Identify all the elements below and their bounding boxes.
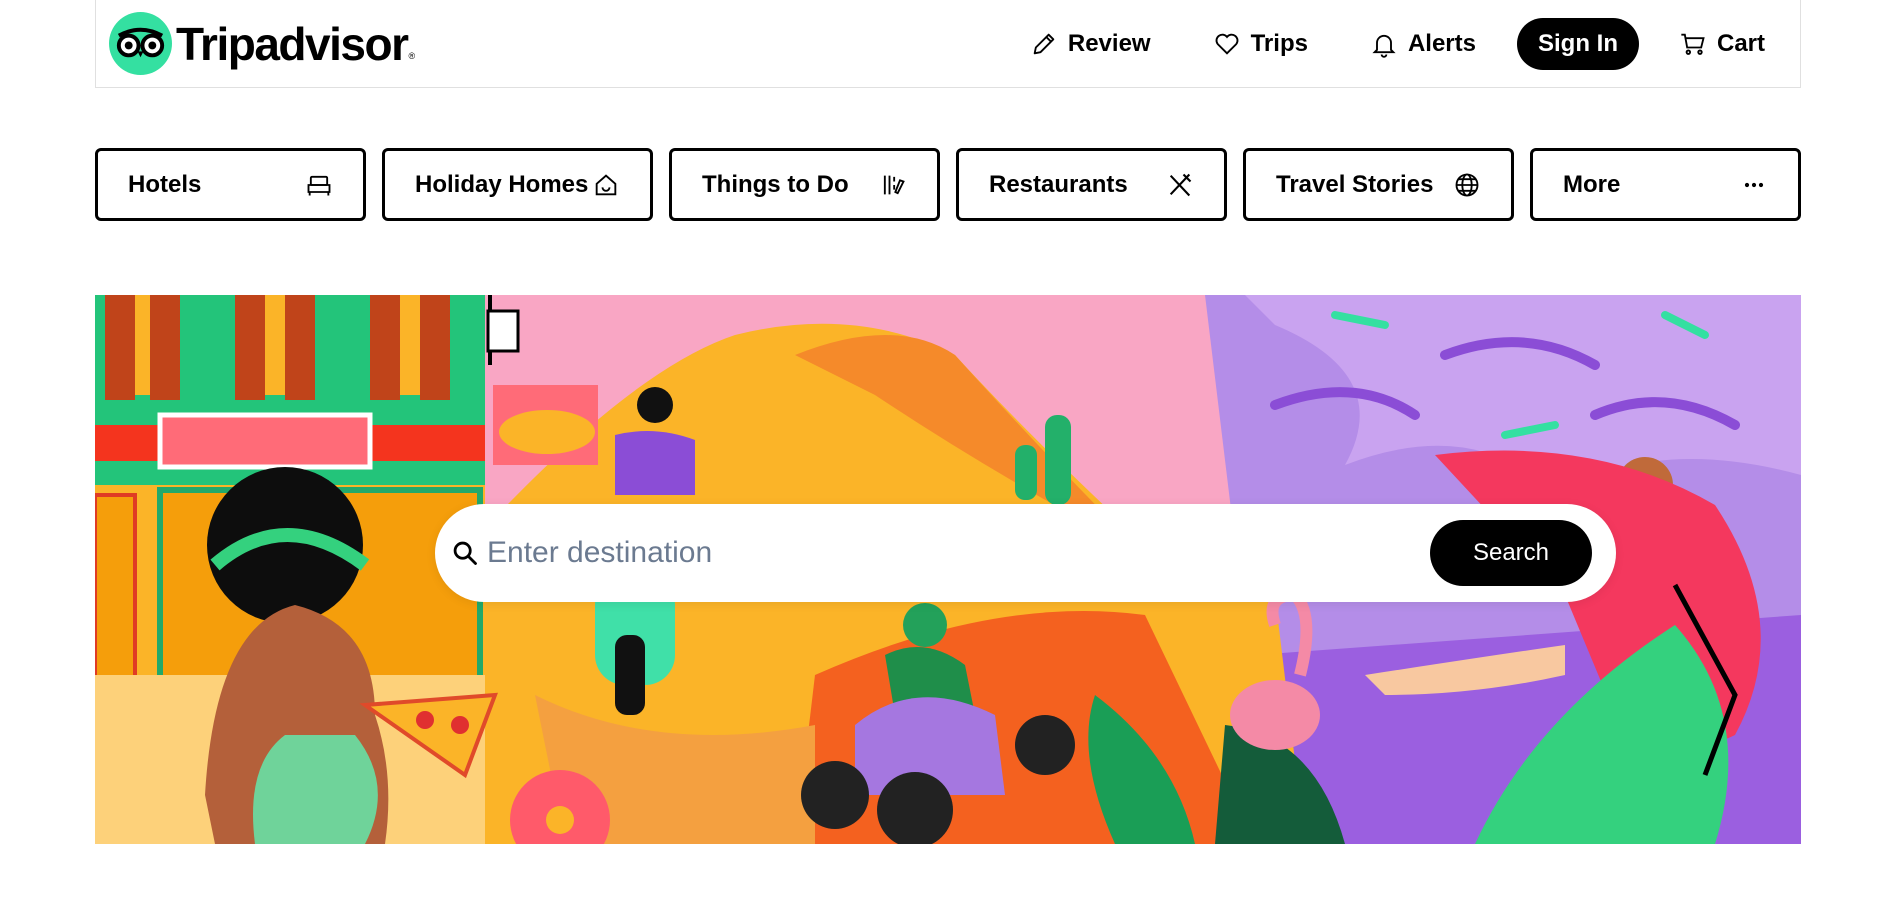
category-label: Holiday Homes [415, 170, 589, 198]
category-holiday-homes[interactable]: Holiday Homes [382, 148, 653, 221]
search-button[interactable]: Search [1430, 520, 1592, 586]
brand-name: Tripadvisor [176, 17, 409, 70]
category-label: Hotels [128, 170, 202, 198]
top-header: Tripadvisor ® Review Trips Alerts Sign I… [95, 0, 1801, 88]
category-label: Travel Stories [1276, 170, 1434, 198]
heart-icon [1215, 33, 1239, 55]
globe-icon [1455, 173, 1479, 196]
alerts-link[interactable]: Alerts [1370, 30, 1476, 58]
ellipsis-icon [1744, 182, 1764, 187]
bell-icon [1372, 34, 1396, 58]
category-label: Restaurants [989, 170, 1128, 198]
top-nav: Review Trips Alerts Sign In Cart [968, 0, 1765, 87]
bed-icon [307, 175, 331, 195]
house-icon [595, 173, 617, 195]
trademark-symbol: ® [408, 51, 416, 61]
search-icon [453, 541, 477, 565]
trips-link[interactable]: Trips [1213, 30, 1308, 58]
category-bar: Hotels Holiday Homes Things to Do Restau… [95, 148, 1801, 221]
trips-label: Trips [1250, 29, 1308, 57]
review-link[interactable]: Review [1030, 30, 1151, 58]
category-label: Things to Do [702, 170, 849, 198]
category-things-to-do[interactable]: Things to Do [669, 148, 940, 221]
category-more[interactable]: More [1530, 148, 1801, 221]
category-travel-stories[interactable]: Travel Stories [1243, 148, 1514, 221]
tripadvisor-logo[interactable]: Tripadvisor ® [109, 12, 415, 75]
alerts-label: Alerts [1407, 29, 1476, 57]
fork-knife-icon [1169, 173, 1192, 196]
cart-label: Cart [1716, 29, 1765, 57]
owl-logo-icon [109, 12, 172, 75]
ticket-icon [883, 175, 905, 194]
destination-search-input[interactable] [487, 523, 1430, 583]
pencil-icon [1033, 33, 1055, 54]
category-restaurants[interactable]: Restaurants [956, 148, 1227, 221]
destination-search-bar: Search [435, 504, 1616, 602]
sign-in-button[interactable]: Sign In [1516, 17, 1639, 70]
category-hotels[interactable]: Hotels [95, 148, 366, 221]
cart-link[interactable]: Cart [1679, 30, 1765, 58]
review-label: Review [1067, 29, 1151, 57]
cart-icon [1681, 33, 1705, 55]
category-label: More [1563, 170, 1621, 198]
